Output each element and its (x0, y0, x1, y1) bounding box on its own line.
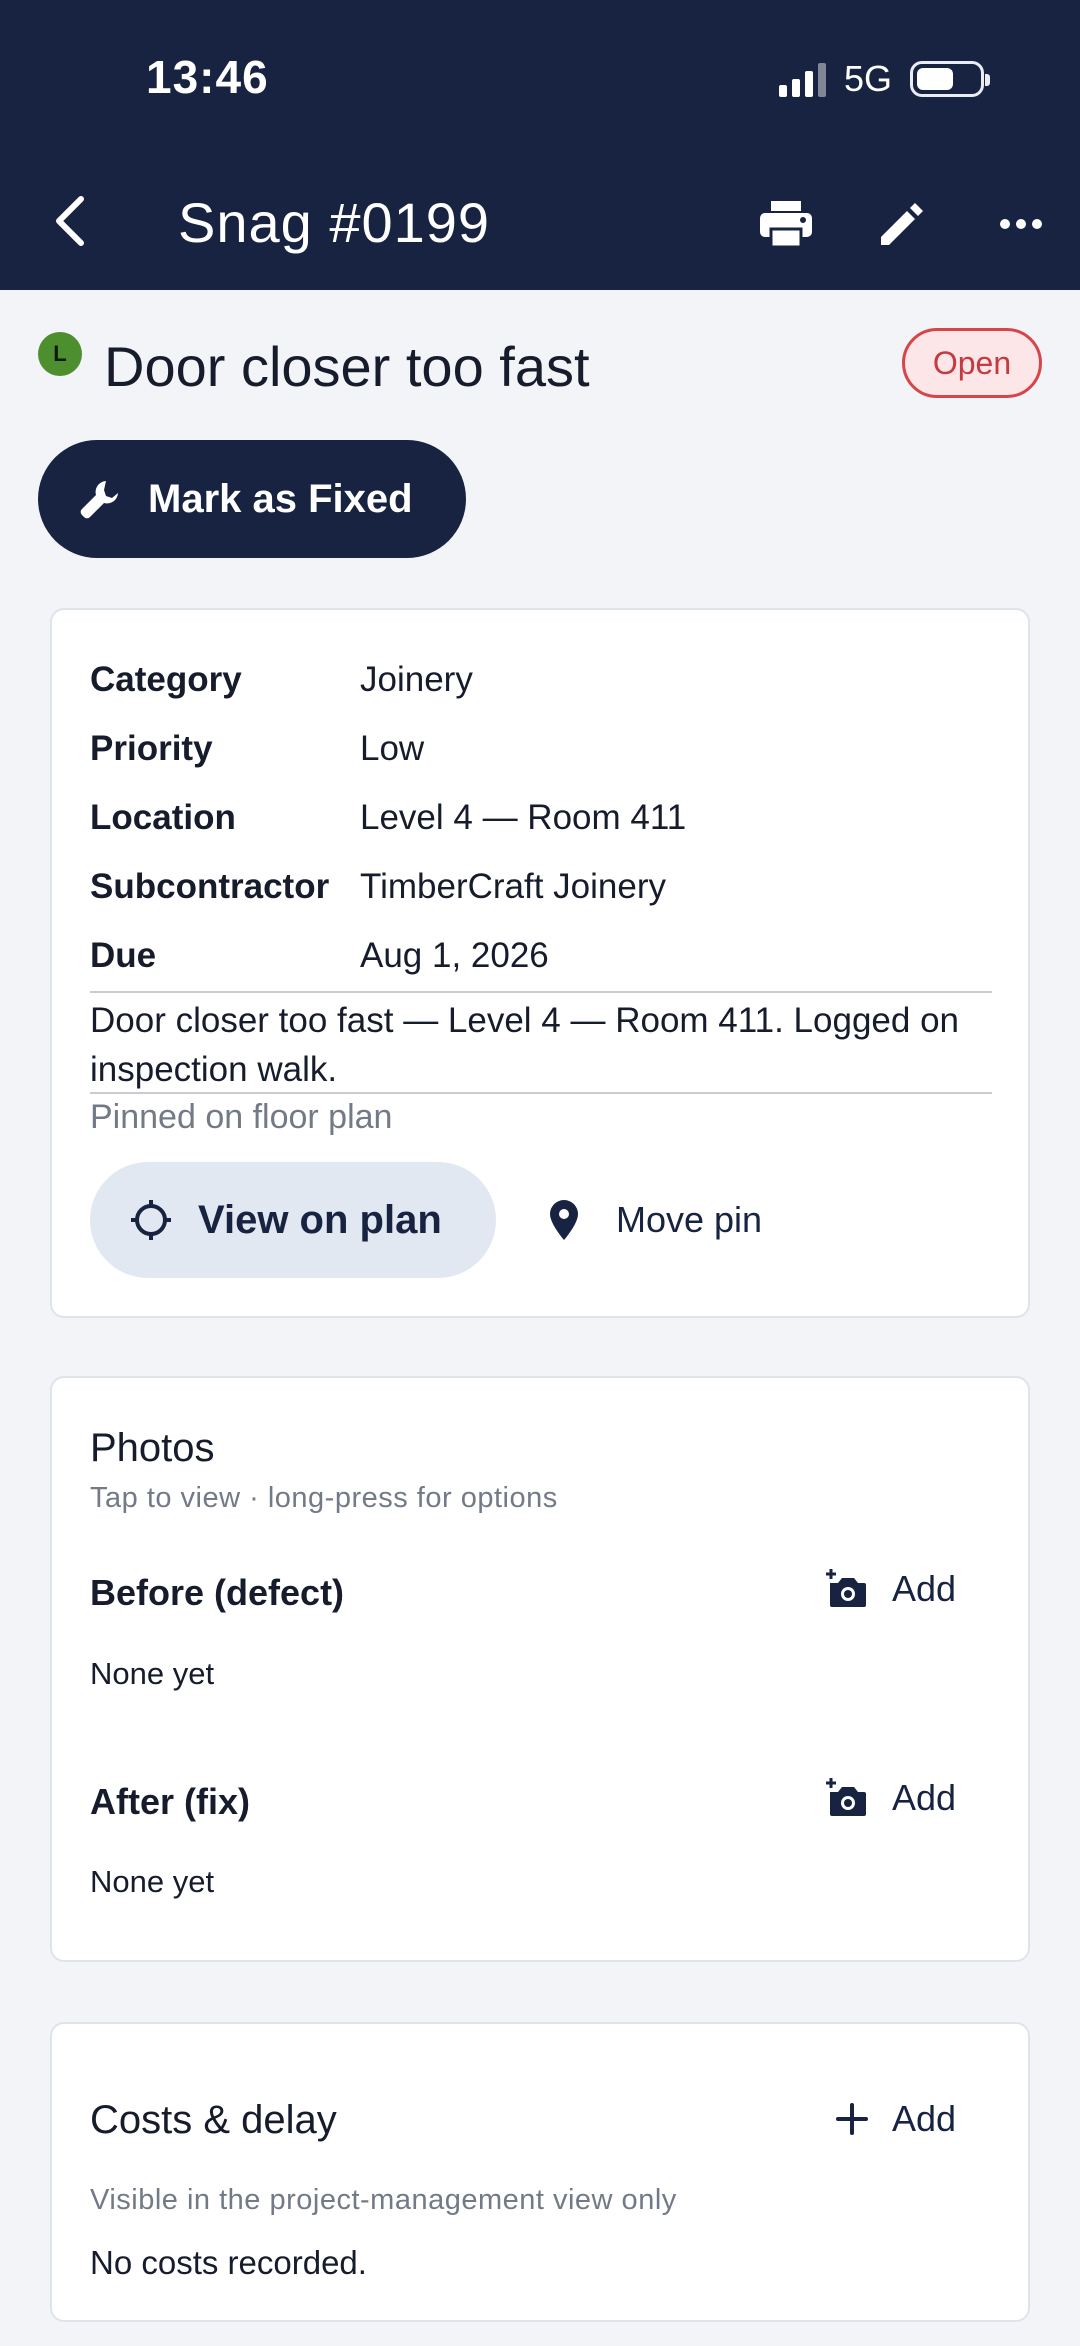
photos-card: Photos Tap to view · long-press for opti… (50, 1376, 1030, 1962)
divider (90, 1092, 992, 1094)
pencil-icon (881, 203, 923, 245)
detail-value: Aug 1, 2026 (360, 936, 549, 975)
before-photos-empty: None yet (90, 1656, 215, 1691)
mark-as-fixed-label: Mark as Fixed (148, 476, 413, 521)
costs-subtitle: Visible in the project-management view o… (90, 2184, 677, 2216)
detail-label: Due (90, 936, 157, 975)
plus-icon (835, 2103, 868, 2135)
more-button[interactable] (985, 188, 1057, 260)
add-label: Add (891, 1777, 956, 1818)
add-photo-icon (825, 1778, 866, 1816)
photos-title: Photos (90, 1426, 215, 1470)
snag-heading: L Door closer too fast Open (38, 320, 1042, 410)
network-label: 5G (843, 58, 892, 99)
view-on-plan-button[interactable]: View on plan (90, 1162, 496, 1278)
status-time: 13:46 (146, 51, 269, 103)
print-icon (760, 201, 812, 249)
status-badge: Open (902, 328, 1042, 398)
crosshair-icon (131, 1200, 171, 1240)
app-header: 13:46 5G Snag #0199 (0, 0, 1080, 290)
add-photo-icon (825, 1569, 866, 1607)
detail-value: Level 4 — Room 411 (360, 798, 687, 837)
photos-subtitle: Tap to view · long-press for options (90, 1482, 558, 1514)
map-pin-icon (550, 1200, 578, 1240)
costs-card: Costs & delay Add Visible in the project… (50, 2022, 1030, 2322)
status-icons: 5G (778, 58, 990, 100)
add-label: Add (891, 2098, 956, 2139)
pinned-status: Pinned on floor plan (90, 1098, 393, 1136)
mark-as-fixed-button[interactable]: Mark as Fixed (38, 440, 466, 558)
add-cost-button[interactable]: Add (835, 2098, 956, 2140)
costs-title: Costs & delay (90, 2098, 337, 2142)
details-card: Category Joinery Priority Low Location L… (50, 608, 1030, 1318)
detail-label: Location (90, 798, 236, 837)
battery-icon (910, 61, 990, 97)
detail-value: Joinery (360, 660, 473, 699)
avatar: L (38, 332, 82, 376)
after-photos-empty: None yet (90, 1864, 215, 1899)
detail-value: TimberCraft Joinery (360, 867, 666, 906)
snag-description: Door closer too fast — Level 4 — Room 41… (90, 1001, 960, 1089)
print-button[interactable] (750, 188, 822, 260)
edit-button[interactable] (866, 188, 938, 260)
wrench-icon (80, 481, 118, 519)
add-after-photo-button[interactable]: Add (825, 1777, 956, 1819)
move-pin-label: Move pin (616, 1199, 763, 1240)
divider (90, 991, 992, 993)
more-horizontal-icon (1000, 219, 1042, 229)
move-pin-button[interactable]: Move pin (550, 1162, 762, 1278)
back-button[interactable] (40, 186, 100, 256)
add-label: Add (891, 1568, 956, 1609)
signal-icon (778, 61, 826, 97)
detail-label: Priority (90, 729, 213, 768)
chevron-left-icon (56, 196, 84, 246)
after-photos-heading: After (fix) (90, 1781, 250, 1822)
costs-empty: No costs recorded. (90, 2244, 367, 2281)
before-photos-heading: Before (defect) (90, 1572, 345, 1613)
snag-title: Door closer too fast (104, 335, 590, 398)
detail-label: Category (90, 660, 242, 699)
detail-value: Low (360, 729, 425, 768)
add-before-photo-button[interactable]: Add (825, 1568, 956, 1610)
page-title: Snag #0199 (178, 191, 491, 254)
view-on-plan-label: View on plan (198, 1197, 442, 1242)
detail-label: Subcontractor (90, 867, 330, 906)
